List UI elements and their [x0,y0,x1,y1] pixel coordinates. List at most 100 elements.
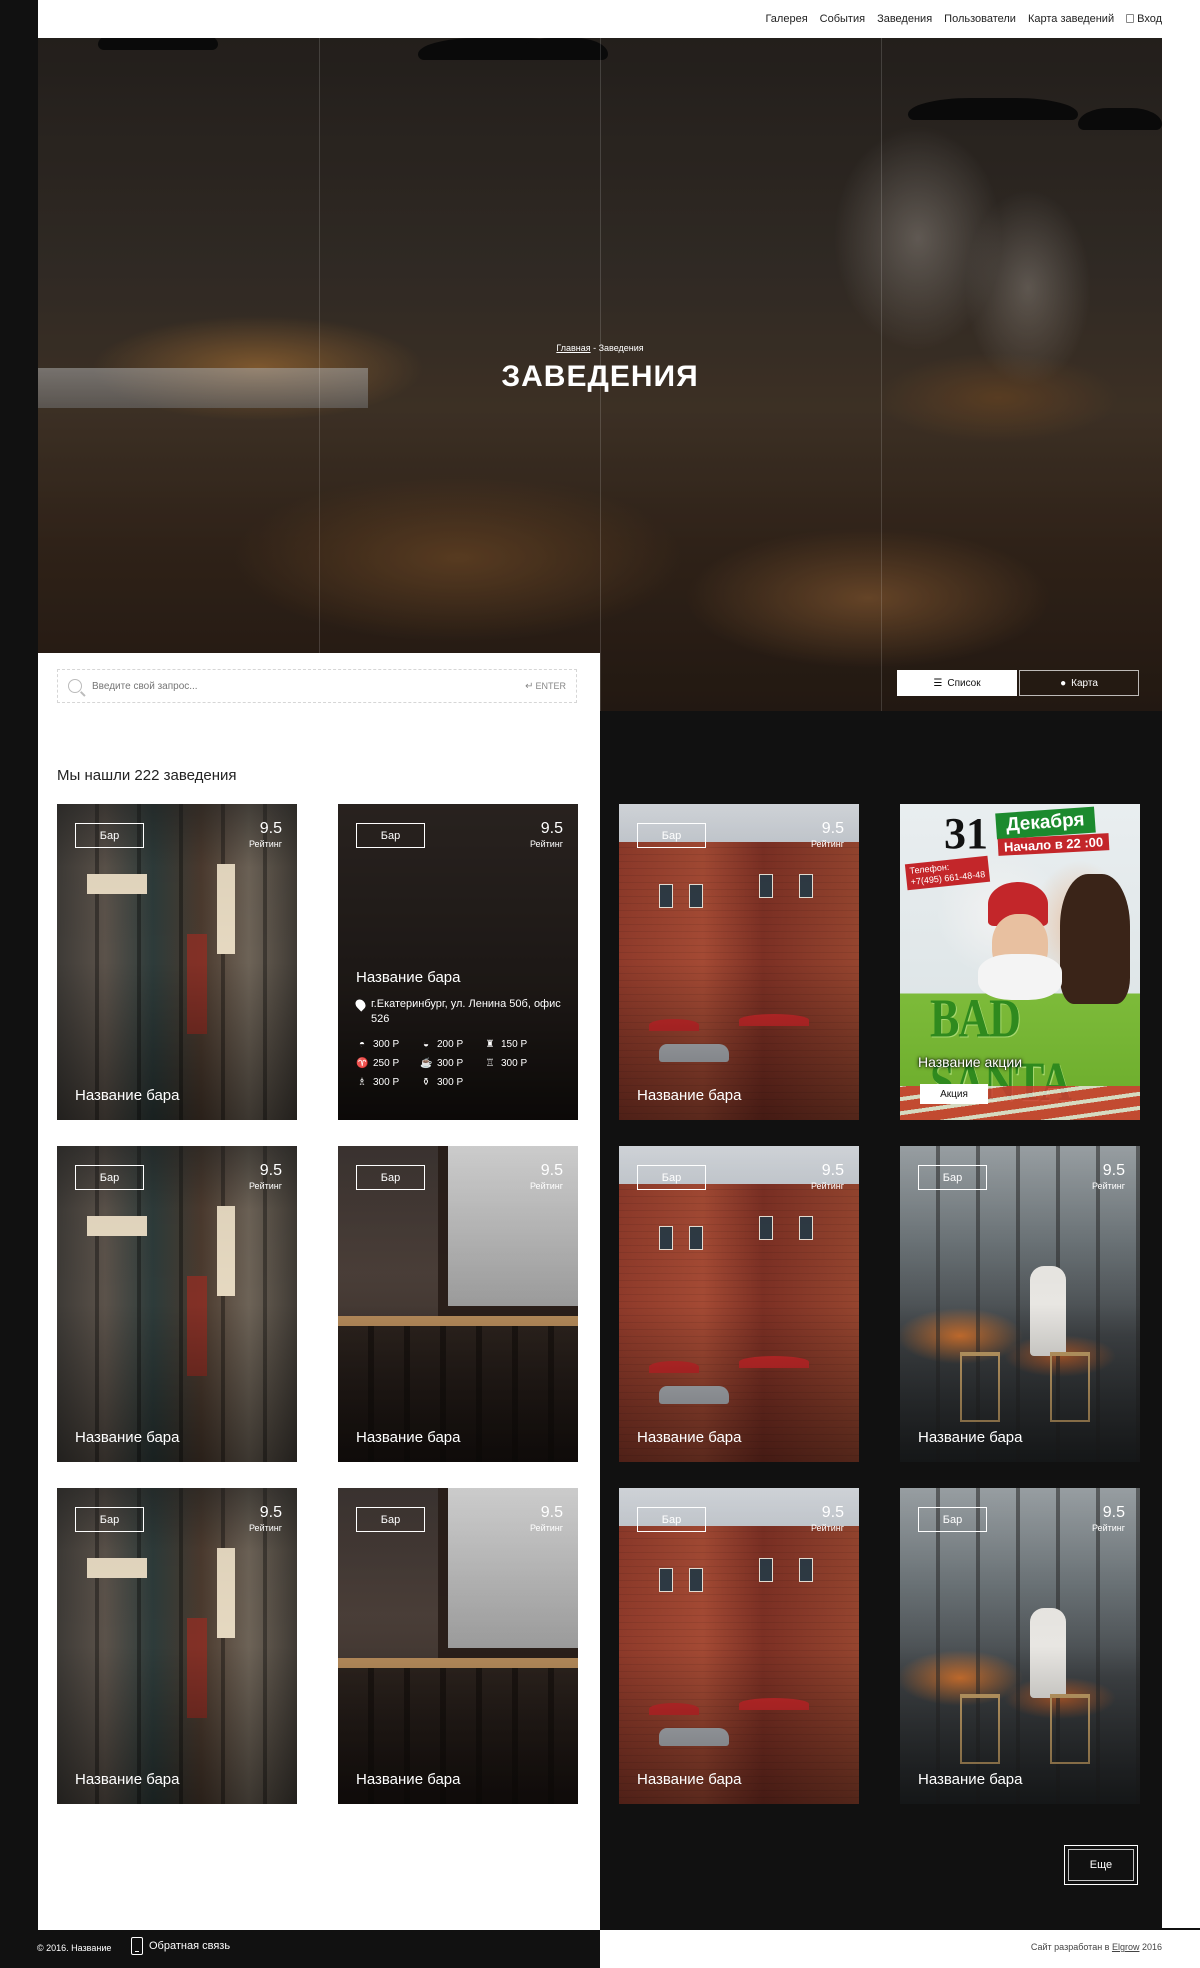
nav-item-map[interactable]: Карта заведений [1028,13,1114,25]
category-badge[interactable]: Бар [918,1507,987,1532]
lock-icon [1126,14,1135,23]
promo-card[interactable]: 31 Декабря Начало в 22 :00 Телефон: +7(49… [900,804,1140,1120]
category-badge[interactable]: Бар [637,1507,706,1532]
results-count: Мы нашли 222 заведения [57,767,237,784]
category-badge[interactable]: Бар [356,1507,425,1532]
venue-name: Название бара [637,1429,742,1446]
nav-item-venues[interactable]: Заведения [877,13,932,25]
city-selector[interactable]: Екатеринбург ▾ [104,13,179,25]
rating-label: Рейтинг [810,1181,844,1191]
price-item: ♜ 150 Р [484,1039,548,1050]
venue-card-expanded[interactable]: Бар 9.5 Рейтинг Название бара г.Екатерин… [338,804,578,1120]
breadcrumb-home[interactable]: Главная [556,343,590,353]
map-view-button[interactable]: ● Карта [1019,670,1139,696]
bottle-icon: ♗ [357,1076,367,1088]
venue-name: Название бара [637,1087,742,1104]
hero-banner: Главная - Заведения ЗАВЕДЕНИЯ [38,38,1162,711]
promo-button[interactable]: Акция [920,1084,988,1104]
category-badge[interactable]: Бар [75,1165,144,1190]
venue-card[interactable]: Бар 9.5 Рейтинг Название бара [57,804,297,1120]
category-badge[interactable]: Бар [75,1507,144,1532]
plate-icon: ☕ [420,1057,433,1069]
venue-card[interactable]: Бар 9.5 Рейтинг Название бара [57,1146,297,1462]
venue-card[interactable]: Бар 9.5 Рейтинг Название бара [619,1488,859,1804]
rating-label: Рейтинг [1091,1523,1125,1533]
rating-value: 9.5 [821,820,844,837]
cocktail-icon: ♈ [356,1057,369,1069]
venue-card[interactable]: Бар 9.5 Рейтинг Название бара [900,1488,1140,1804]
dev-year: 2016 [1139,1942,1162,1952]
nav-item-events[interactable]: События [820,13,865,25]
category-badge[interactable]: Бар [75,823,144,848]
venue-card[interactable]: Бар 9.5 Рейтинг Название бара [619,1146,859,1462]
enter-label: ENTER [535,680,566,691]
search-input[interactable] [92,680,526,692]
right-white-strip [1162,38,1200,1928]
price-item: ♖ 300 Р [484,1058,548,1069]
price-value: 300 Р [373,1077,400,1088]
photo-shade [57,804,297,1120]
burger-icon: ◒ [422,1038,430,1050]
category-badge[interactable]: Бар [637,823,706,848]
photo-shade [57,1488,297,1804]
category-badge[interactable]: Бар [356,823,425,848]
login-label: Вход [1137,13,1162,25]
photo-shade [619,804,859,1120]
nav-item-users[interactable]: Пользователи [944,13,1016,25]
login-link[interactable]: Вход [1126,13,1162,25]
logo[interactable]: LOGO [37,9,91,30]
rating-label: Рейтинг [529,1181,563,1191]
price-item: ◒ 200 Р [420,1039,484,1050]
category-badge[interactable]: Бар [918,1165,987,1190]
main-nav: Галерея События Заведения Пользователи К… [765,13,1162,25]
price-value: 300 Р [437,1058,464,1069]
rating-label: Рейтинг [1091,1181,1125,1191]
list-view-button[interactable]: ☰ Список [897,670,1017,696]
phone-icon [131,1937,143,1955]
venue-name: Название бара [918,1771,1023,1788]
breadcrumb-current: Заведения [598,343,644,353]
price-list: ◓ 300 Р ◒ 200 Р ♜ 150 Р ♈ 250 Р ☕ 300 Р ♖ 300 … [356,1039,548,1088]
venue-name: Название бара [356,1429,461,1446]
price-value: 250 Р [373,1058,400,1069]
rating-label: Рейтинг [529,1523,563,1533]
footer-copyright: © 2016. Название [37,1943,112,1953]
rating-value: 9.5 [259,1162,282,1179]
address-text: г.Екатеринбург, ул. Ленина 50б, офис 526 [371,998,561,1025]
dish-icon: ◓ [358,1038,366,1050]
developer-credit: Сайт разработан в Elgrow 2016 [1031,1942,1162,1952]
developer-link[interactable]: Elgrow [1112,1942,1140,1952]
category-badge[interactable]: Бар [637,1165,706,1190]
photo-shade [900,1146,1140,1462]
venue-card[interactable]: Бар 9.5 Рейтинг Название бара [900,1146,1140,1462]
map-view-label: Карта [1071,677,1098,689]
price-item: ♗ 300 Р [356,1077,420,1088]
rating-label: Рейтинг [248,1181,282,1191]
venue-card[interactable]: Бар 9.5 Рейтинг Название бара [57,1488,297,1804]
breadcrumb-separator: - [590,343,599,353]
photo-shade [338,1146,578,1462]
photo-shade [619,1146,859,1462]
dev-prefix: Сайт разработан в [1030,1942,1112,1952]
price-value: 200 Р [437,1039,464,1050]
enter-hint[interactable]: ↵ ENTER [525,681,566,692]
feedback-link[interactable]: Обратная связь [131,1937,230,1955]
venue-name: Название бара [637,1771,742,1788]
load-more-button[interactable]: Еще [1064,1845,1138,1885]
rating-value: 9.5 [540,820,563,837]
promo-date: 31 [944,809,988,858]
rating-label: Рейтинг [248,839,282,849]
rating-label: Рейтинг [529,839,563,849]
nav-item-gallery[interactable]: Галерея [765,13,807,25]
list-icon: ☰ [933,677,943,689]
venue-card[interactable]: Бар 9.5 Рейтинг Название бара [619,804,859,1120]
price-value: 300 Р [437,1077,464,1088]
left-dark-strip [0,0,38,1968]
category-badge[interactable]: Бар [356,1165,425,1190]
venue-card[interactable]: Бар 9.5 Рейтинг Название бара [338,1488,578,1804]
cake-icon: ♜ [485,1038,495,1050]
rating-value: 9.5 [1102,1504,1125,1521]
venue-card[interactable]: Бар 9.5 Рейтинг Название бара [338,1146,578,1462]
price-value: 150 Р [501,1039,528,1050]
chevron-down-icon: ▾ [175,15,180,24]
